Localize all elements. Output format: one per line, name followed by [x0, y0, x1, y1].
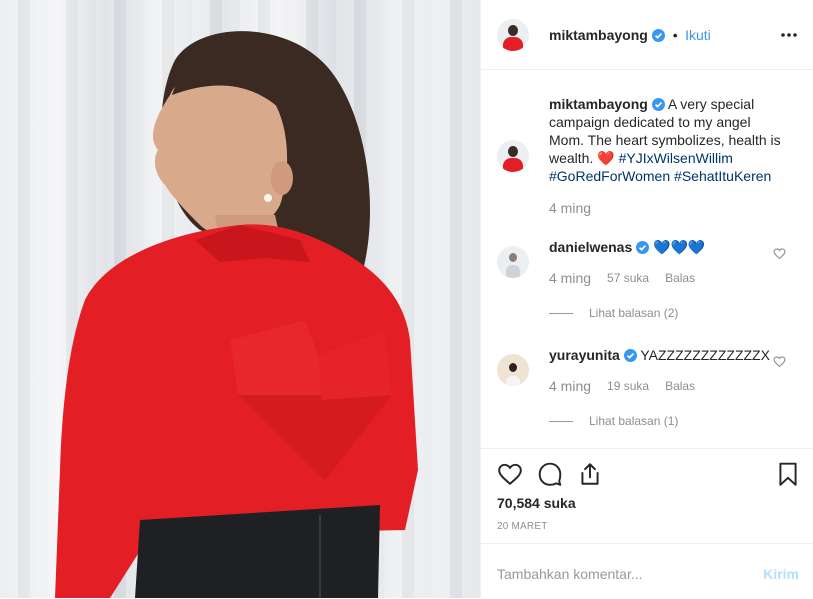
view-replies-label: Lihat balasan (1): [589, 414, 679, 428]
post-side-panel: miktambayong • Ikuti miktambayong A very…: [480, 0, 813, 598]
post-caption: miktambayong A very special campaign ded…: [549, 95, 789, 185]
view-replies-button[interactable]: Lihat balasan (1): [549, 414, 678, 428]
comment-avatar[interactable]: [497, 354, 529, 386]
action-bar: [481, 448, 813, 486]
follow-button[interactable]: Ikuti: [685, 27, 711, 43]
reply-button[interactable]: Balas: [665, 271, 695, 285]
post-photo[interactable]: [0, 0, 480, 598]
author-username[interactable]: miktambayong: [549, 27, 648, 43]
comment-username[interactable]: yurayunita: [549, 347, 620, 363]
reply-button[interactable]: Balas: [665, 379, 695, 393]
comment-avatar[interactable]: [497, 246, 529, 278]
view-replies-button[interactable]: Lihat balasan (2): [549, 306, 678, 320]
comment-like-heart-icon[interactable]: [773, 247, 786, 260]
post-date[interactable]: 20 MARET: [497, 521, 548, 532]
send-button[interactable]: Kirim: [763, 566, 799, 582]
comment-input[interactable]: Tambahkan komentar...: [497, 566, 643, 582]
comment-item: yurayunita YAZZZZZZZZZZZZX: [549, 346, 779, 364]
comment-timestamp[interactable]: 4 ming: [549, 378, 591, 394]
share-icon[interactable]: [577, 461, 603, 487]
hashtag-link[interactable]: #GoRedForWomen: [549, 168, 670, 184]
comment-meta: 4 ming 57 suka Balas: [549, 270, 695, 286]
comment-item: danielwenas 💙💙💙: [549, 238, 779, 256]
comment-likes[interactable]: 19 suka: [607, 379, 649, 393]
save-bookmark-icon[interactable]: [775, 461, 801, 487]
verified-badge-icon: [651, 98, 665, 111]
comment-text: 💙💙💙: [653, 239, 706, 255]
verified-badge-icon: [652, 29, 666, 42]
comment-text: YAZZZZZZZZZZZZX: [640, 347, 770, 363]
comment-like-heart-icon[interactable]: [773, 355, 786, 368]
comment-bubble-icon[interactable]: [537, 461, 563, 487]
red-heart-emoji: ❤️: [597, 150, 615, 166]
post-header: miktambayong • Ikuti: [481, 0, 813, 70]
replies-line: [549, 420, 573, 422]
caption-username[interactable]: miktambayong: [549, 96, 648, 112]
more-options-icon[interactable]: [780, 26, 798, 44]
add-comment-bar: Tambahkan komentar... Kirim: [481, 543, 813, 599]
likes-count[interactable]: 70,584 suka: [497, 495, 576, 511]
caption-author-avatar[interactable]: [497, 140, 529, 172]
caption-timestamp[interactable]: 4 ming: [549, 200, 591, 216]
comment-username[interactable]: danielwenas: [549, 239, 632, 255]
author-avatar[interactable]: [497, 19, 529, 51]
instagram-post: miktambayong • Ikuti miktambayong A very…: [0, 0, 813, 598]
woman-in-red-shirt-illustration: [55, 31, 418, 598]
hashtag-link[interactable]: #SehatItuKeren: [674, 168, 771, 184]
replies-line: [549, 312, 573, 314]
hashtag-link[interactable]: #YJIxWilsenWillim: [619, 150, 733, 166]
verified-badge-icon: [623, 349, 637, 362]
view-replies-label: Lihat balasan (2): [589, 306, 679, 320]
verified-badge-icon: [636, 241, 650, 254]
separator-dot: •: [672, 27, 678, 43]
comment-likes[interactable]: 57 suka: [607, 271, 649, 285]
comment-timestamp[interactable]: 4 ming: [549, 270, 591, 286]
comment-meta: 4 ming 19 suka Balas: [549, 378, 695, 394]
like-heart-icon[interactable]: [497, 461, 523, 487]
header-user: miktambayong • Ikuti: [549, 27, 711, 45]
